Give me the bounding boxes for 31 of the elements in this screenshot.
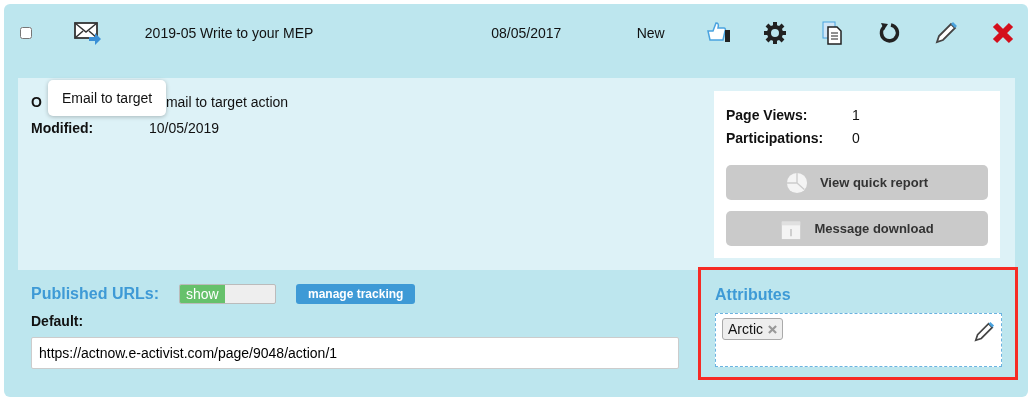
section-title: Published URLs: xyxy=(31,285,159,303)
email-icon xyxy=(74,20,103,46)
status-text: New xyxy=(636,25,666,41)
detail-value: mail to target action xyxy=(165,94,289,110)
pencil-icon[interactable] xyxy=(934,21,958,45)
view-report-button[interactable]: View quick report xyxy=(726,165,988,200)
pencil-icon[interactable] xyxy=(973,321,995,343)
refresh-icon[interactable] xyxy=(877,21,901,45)
detail-label: O xyxy=(31,94,42,110)
detail-value: 10/05/2019 xyxy=(149,120,220,136)
settings-icon[interactable] xyxy=(763,21,787,45)
tag[interactable]: Arctic xyxy=(722,318,783,340)
url-field[interactable]: https://actnow.e-activist.com/page/9048/action/1 xyxy=(31,337,679,369)
detail-label: Modified: xyxy=(31,120,95,136)
stat-label: Page Views: xyxy=(726,106,809,123)
stat-label: Participations: xyxy=(726,129,825,146)
row-checkbox[interactable] xyxy=(20,27,32,39)
date-text: 08/05/2017 xyxy=(491,25,563,41)
stat-value: 0 xyxy=(852,129,860,146)
stat-value: 1 xyxy=(852,106,860,123)
pie-chart-icon xyxy=(785,171,808,194)
tag-label: Arctic xyxy=(728,321,763,337)
section-title: Attributes xyxy=(715,286,792,304)
action-title[interactable]: 2019-05 Write to your MEP xyxy=(144,25,492,41)
default-label: Default: xyxy=(31,313,85,329)
documents-icon[interactable] xyxy=(820,21,844,45)
download-button[interactable]: Message download xyxy=(726,211,988,246)
thumbs-up-icon[interactable] xyxy=(706,21,730,45)
delete-icon[interactable] xyxy=(991,21,1015,45)
attributes-field[interactable]: Arctic xyxy=(715,313,1002,367)
tooltip-text: Email to target xyxy=(62,90,153,106)
